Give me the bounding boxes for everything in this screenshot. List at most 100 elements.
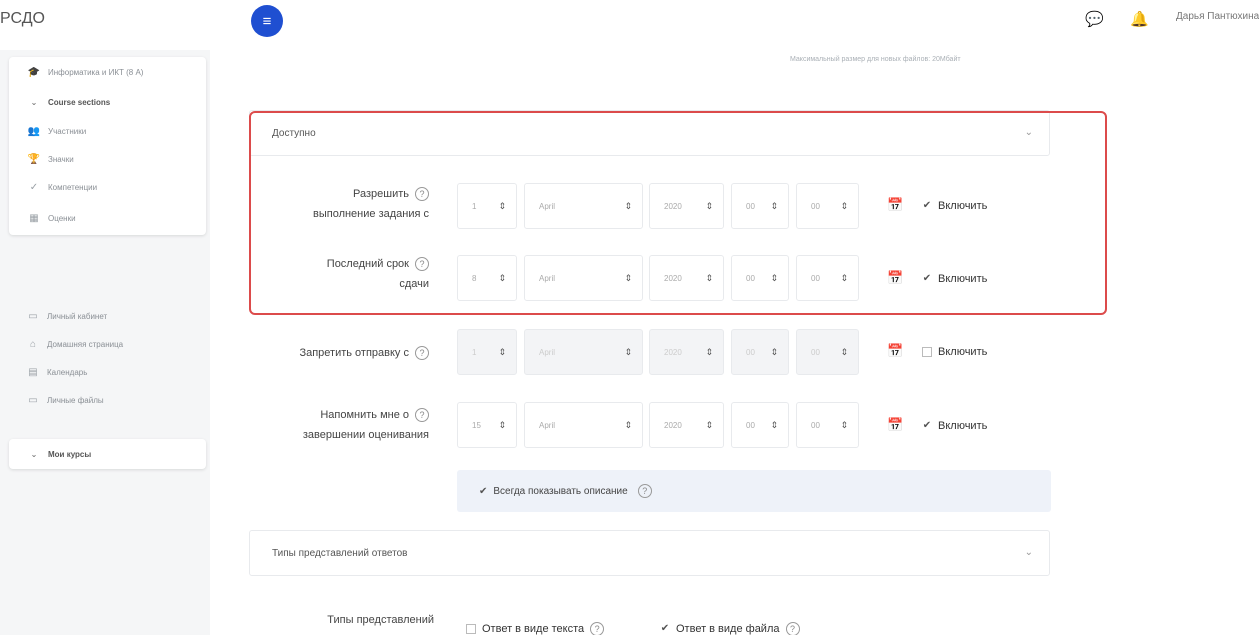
submission-types-label: Типы представлений: [327, 614, 434, 626]
select-arrows-icon: ⇕: [770, 420, 778, 430]
help-icon[interactable]: ?: [415, 408, 429, 423]
help-icon[interactable]: ?: [590, 622, 605, 635]
sidebar-item-label: Личные файлы: [47, 395, 104, 405]
submission-types-section-header[interactable]: Типы представлений ответов ⌄: [249, 530, 1050, 576]
select-value: 00: [746, 420, 755, 430]
notifications-bell-icon[interactable]: 🔔: [1130, 10, 1149, 28]
checkbox-label: Ответ в виде файла: [676, 622, 780, 635]
select-value: 00: [811, 347, 820, 357]
select-arrows-icon: ⇕: [770, 347, 778, 357]
online-text-checkbox[interactable]: Ответ в виде текста?: [466, 622, 605, 635]
cutoff-month-select[interactable]: April ⇕: [524, 329, 643, 375]
folder-icon: ▭: [28, 394, 38, 406]
select-value: 2020: [664, 420, 682, 430]
select-arrows-icon: ⇕: [705, 347, 713, 357]
checkbox-label: Ответ в виде текста: [482, 622, 585, 635]
cutoff-enable-checkbox[interactable]: Включить: [922, 346, 987, 358]
my-courses-card: ⌄ Мои курсы: [9, 439, 206, 469]
calendar-icon[interactable]: 📅: [887, 417, 903, 433]
graduation-cap-icon: 🎓: [27, 66, 41, 78]
sidebar-item-participants[interactable]: 👥 Участники: [9, 117, 206, 145]
help-icon[interactable]: ?: [415, 346, 429, 361]
cutoff-year-select[interactable]: 2020 ⇕: [649, 329, 724, 375]
help-icon[interactable]: ?: [637, 484, 652, 498]
max-file-size-hint: Максимальный размер для новых файлов: 20…: [790, 56, 961, 63]
checkbox-unchecked-icon: [922, 347, 932, 358]
hamburger-icon: ≡: [262, 12, 272, 30]
reminder-enable-checkbox[interactable]: ✔ Включить: [922, 420, 988, 432]
select-arrows-icon: ⇕: [624, 420, 632, 430]
sidebar-item-calendar[interactable]: ▤ Календарь: [14, 358, 204, 386]
sidebar-item-label: Участники: [48, 126, 87, 136]
sidebar-item-label: Оценки: [48, 213, 76, 223]
cutoff-day-select[interactable]: 1 ⇕: [457, 329, 517, 375]
menu-toggle-button[interactable]: ≡: [251, 5, 283, 37]
select-value: 15: [472, 420, 481, 430]
checkbox-label: Включить: [938, 420, 988, 432]
sidebar-item-dashboard[interactable]: ▭ Личный кабинет: [14, 302, 204, 330]
select-arrows-icon: ⇕: [624, 347, 632, 357]
site-brand[interactable]: РСДО: [0, 10, 45, 28]
cutoff-hour-select[interactable]: 00 ⇕: [731, 329, 789, 375]
cutoff-date-label: Запретить отправку с?: [220, 343, 429, 363]
user-menu[interactable]: Дарья Пантюхина: [1176, 11, 1259, 22]
chevron-down-icon: ⌄: [30, 449, 38, 459]
sidebar-item-label: Личный кабинет: [47, 311, 108, 321]
select-arrows-icon: ⇕: [498, 420, 506, 430]
sidebar-item-home[interactable]: ⌂ Домашняя страница: [14, 330, 204, 358]
always-show-description-label: Всегда показывать описание: [493, 485, 628, 497]
reminder-minute-select[interactable]: 00 ⇕: [796, 402, 859, 448]
select-arrows-icon: ⇕: [840, 420, 848, 430]
chevron-down-icon: ⌄: [30, 97, 38, 107]
select-value: 00: [746, 347, 755, 357]
sidebar-item-my-courses[interactable]: ⌄ Мои курсы: [9, 439, 206, 469]
calendar-icon[interactable]: 📅: [887, 343, 903, 359]
chevron-down-icon: ⌄: [1024, 547, 1033, 558]
sidebar-item-badges[interactable]: 🏆 Значки: [9, 145, 206, 173]
sidebar-item-course[interactable]: 🎓 Информатика и ИКТ (8 А): [9, 57, 206, 87]
reminder-year-select[interactable]: 2020 ⇕: [649, 402, 724, 448]
sidebar-item-label: Мои курсы: [48, 449, 92, 459]
sidebar-item-private-files[interactable]: ▭ Личные файлы: [14, 386, 204, 414]
checkbox-unchecked-icon: [466, 624, 476, 634]
sidebar-item-label: Course sections: [48, 97, 111, 107]
sidebar-item-label: Компетенции: [48, 182, 98, 192]
cutoff-minute-select[interactable]: 00 ⇕: [796, 329, 859, 375]
sidebar-item-label: Значки: [48, 154, 74, 164]
label-line: завершении оценивания: [302, 429, 429, 441]
main-nav: ▭ Личный кабинет ⌂ Домашняя страница ▤ К…: [14, 302, 204, 414]
checkbox-checked-icon: ✔: [922, 420, 932, 432]
label-line: Запретить отправку с: [299, 347, 409, 359]
calendar-icon: ▤: [28, 366, 38, 378]
reminder-hour-select[interactable]: 00 ⇕: [731, 402, 789, 448]
dashboard-icon: ▭: [28, 310, 38, 322]
reminder-month-select[interactable]: April ⇕: [524, 402, 643, 448]
select-value: 1: [472, 347, 477, 357]
sidebar-item-competencies[interactable]: ✓ Компетенции: [9, 173, 206, 201]
checkbox-checked-icon: ✔: [660, 623, 670, 634]
select-value: 00: [811, 420, 820, 430]
select-value: April: [539, 347, 556, 357]
help-icon[interactable]: ?: [785, 622, 800, 635]
select-value: April: [539, 420, 556, 430]
messages-icon[interactable]: 💬: [1085, 10, 1104, 28]
users-icon: 👥: [27, 125, 41, 137]
reminder-day-select[interactable]: 15 ⇕: [457, 402, 517, 448]
sidebar-item-grades[interactable]: ▦ Оценки: [9, 201, 206, 235]
sidebar-item-label: Календарь: [47, 367, 88, 377]
highlight-frame: [249, 111, 1107, 315]
checkbox-checked-icon[interactable]: ✔: [479, 486, 487, 497]
course-nav-card: 🎓 Информатика и ИКТ (8 А) ⌄ Course secti…: [9, 57, 206, 235]
checkbox-label: Включить: [938, 346, 988, 358]
trophy-icon: 🏆: [27, 153, 41, 165]
table-icon: ▦: [29, 212, 39, 224]
sidebar-item-course-sections[interactable]: ⌄ Course sections: [9, 87, 206, 117]
sidebar-item-label: Информатика и ИКТ (8 А): [48, 67, 144, 77]
select-arrows-icon: ⇕: [705, 420, 713, 430]
select-arrows-icon: ⇕: [840, 347, 848, 357]
file-submission-checkbox[interactable]: ✔ Ответ в виде файла?: [660, 622, 800, 635]
always-show-description-row[interactable]: ✔ Всегда показывать описание ?: [457, 470, 1051, 512]
checkmark-icon: ✓: [29, 181, 39, 193]
home-icon: ⌂: [29, 338, 37, 350]
select-value: 2020: [664, 347, 682, 357]
